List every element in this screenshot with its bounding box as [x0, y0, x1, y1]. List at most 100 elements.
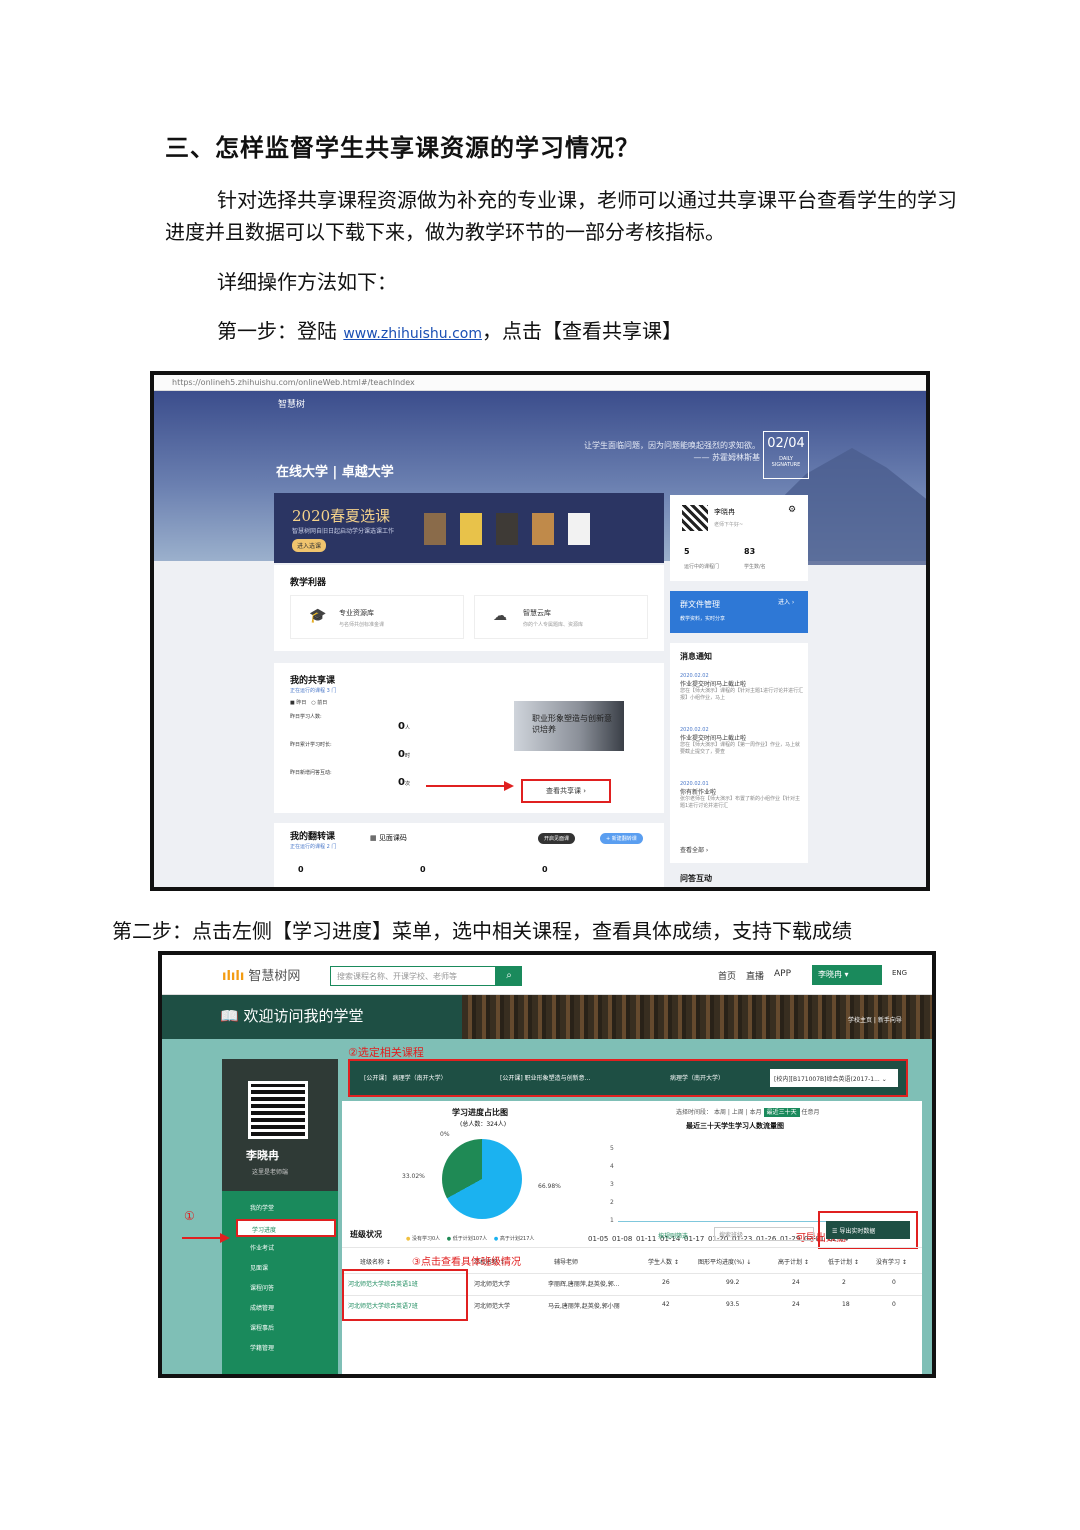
language-switch[interactable]: ENG: [892, 969, 907, 977]
tab-yesterday[interactable]: 昨日: [296, 700, 306, 706]
course-selection-banner[interactable]: 2020春夏选课 智慧树网自旧日起启动学分课选课工作 进入选课: [274, 493, 664, 563]
table-header[interactable]: 低于计划 ↕: [828, 1257, 859, 1266]
message-body: 您在【师大演示】课程的【针对主题1进行讨论并进行汇报】小组作业，马上: [680, 688, 804, 701]
range-any-month[interactable]: 任意月: [802, 1109, 820, 1116]
class-status-title: 班级状况: [350, 1230, 382, 1239]
qa-value: 0次: [398, 777, 410, 788]
view-shared-course-button[interactable]: 查看共享课 ›: [521, 779, 611, 803]
message-body: 您在【师大演示】课程的【第一周作业】作业，马上就要截止提交了，要查: [680, 742, 801, 755]
red-arrowhead: [220, 1233, 230, 1243]
open-meeting-button[interactable]: 开启见面课: [538, 833, 576, 844]
study-time-value: 0时: [398, 749, 410, 760]
study-time-number: 0: [398, 749, 405, 760]
header-links[interactable]: 学校主页 | 新手向导: [848, 1015, 902, 1024]
table-header[interactable]: 学生人数 ↕: [648, 1257, 679, 1266]
menu-enrollment[interactable]: 学籍管理: [250, 1343, 274, 1352]
menu-grades[interactable]: 成绩管理: [250, 1303, 274, 1312]
menu-course-affairs[interactable]: 课程事后: [250, 1323, 274, 1332]
view-all-link[interactable]: 查看全部 ›: [680, 845, 708, 854]
table-cell: 24: [792, 1301, 800, 1308]
table-cell: 0: [892, 1301, 896, 1308]
course-select[interactable]: [校内][B171007B]综合英语(2017-1... ⌄: [770, 1069, 898, 1087]
x-tick: 01-11: [636, 1235, 657, 1243]
message-body: 张尔老师在【师大演示】布置了新的小组作业【针对主题1进行讨论并进行汇: [680, 796, 801, 809]
divider: [342, 1247, 922, 1248]
nav-live[interactable]: 直播: [746, 969, 764, 982]
menu-meeting[interactable]: 见面课: [250, 1263, 268, 1272]
table-cell: 93.5: [726, 1301, 740, 1308]
search-icon[interactable]: ⌕: [496, 966, 522, 986]
site-logo[interactable]: 智慧树: [278, 397, 305, 410]
message-item[interactable]: 2020.02.02 作业提交时间马上截止啦 您在【师大演示】课程的【针对主题1…: [680, 673, 804, 702]
page-title: 📖 欢迎访问我的学堂: [220, 1005, 363, 1026]
nav-home[interactable]: 首页: [718, 969, 736, 982]
tab-day-before[interactable]: 前日: [317, 700, 327, 706]
progress-pie-chart: [442, 1139, 522, 1219]
bars-icon: ılılı: [222, 969, 245, 984]
site-logo[interactable]: ılılı 智慧树网: [222, 965, 300, 984]
table-cell: 河北师范大学: [474, 1281, 511, 1288]
table-header: 辅导老师: [554, 1259, 579, 1266]
user-menu[interactable]: 李晓冉 ▾: [812, 965, 882, 985]
qr-icon: ▦: [370, 834, 377, 842]
y-tick: 5: [610, 1145, 614, 1152]
range-this-week[interactable]: 本周: [714, 1109, 726, 1116]
resource-library-tool[interactable]: 🎓 专业资源库 与名师共创标准金课: [290, 595, 464, 639]
search-input[interactable]: 搜索课程名称、开课学校、老师等: [330, 966, 496, 986]
shared-course-label: 我的共享课: [290, 676, 336, 686]
day-tabs[interactable]: ■ 昨日 ○ 前日: [290, 699, 327, 706]
nav-app[interactable]: APP: [774, 969, 791, 979]
filter-rules[interactable]: 按规则筛选: [658, 1231, 688, 1240]
list-icon: ☰: [832, 1228, 838, 1235]
class-search-input[interactable]: 搜索班级: [714, 1227, 814, 1241]
table-header[interactable]: 没有学习 ↕: [876, 1257, 907, 1266]
menu-homework[interactable]: 作业考试: [250, 1243, 274, 1252]
annotation-step1: ①: [184, 1209, 195, 1223]
table-cell: 42: [662, 1301, 670, 1308]
group-file-card[interactable]: 群文件管理 教学资料，实时分享 进入 ›: [670, 591, 808, 633]
course-tab[interactable]: [公开课] 职业形象塑造与创新意...: [500, 1073, 590, 1082]
flipped-course-card: 我的翻转课 正在运行的课程 2 门 ▦ 见面课码 开启见面课 + 新建翻转课 0…: [274, 823, 664, 887]
browser-url-bar[interactable]: https://onlineh5.zhihuishu.com/onlineWeb…: [154, 375, 926, 391]
pie-total: (总人数：324人): [460, 1121, 507, 1128]
qa-unit: 次: [404, 781, 410, 787]
banner-subtitle: 智慧树网自旧日起启动学分课选课工作: [292, 528, 395, 535]
zhihuishu-link[interactable]: www.zhihuishu.com: [343, 326, 482, 342]
course-tab[interactable]: 病理学（南开大学）: [670, 1073, 724, 1082]
quote-line-2: —— 苏霍姆林斯基: [693, 453, 760, 462]
group-title: 群文件管理: [680, 600, 720, 609]
message-item[interactable]: 2020.02.01 你有新作业啦 张尔老师在【师大演示】布置了新的小组作业【针…: [680, 781, 804, 810]
teacher-role: 这里是老师端: [252, 1169, 289, 1176]
settings-icon[interactable]: ⚙: [788, 505, 796, 515]
pie-label: 33.02%: [402, 1173, 425, 1180]
course-selector-bar: [公开课] 病理学（南开大学） [公开课] 职业形象塑造与创新意... 病理学（…: [348, 1059, 908, 1097]
message-title: 你有新作业啦: [680, 789, 717, 796]
new-flipped-button[interactable]: + 新建翻转课: [600, 833, 643, 844]
messages-card: 消息通知 2020.02.02 作业提交时间马上截止啦 您在【师大演示】课程的【…: [670, 643, 808, 863]
step2-text: 第二步：点击左侧【学习进度】菜单，选中相关课程，查看具体成绩，支持下载成绩: [112, 919, 852, 943]
export-label: 导出实时数据: [839, 1228, 876, 1235]
table-header[interactable]: 图形平均进度(%) ↓: [698, 1257, 751, 1266]
flip-stat: 0: [420, 865, 426, 874]
course-tab[interactable]: [公开课] 病理学（南开大学）: [364, 1073, 447, 1082]
book-cover: [424, 513, 446, 545]
table-cell: 河北师范大学: [474, 1303, 511, 1310]
menu-learning-progress[interactable]: 学习进度: [236, 1219, 336, 1237]
range-last-week[interactable]: 上周: [732, 1109, 744, 1116]
meeting-code[interactable]: ▦ 见面课码: [370, 833, 407, 843]
menu-my-classroom[interactable]: 我的学堂: [250, 1203, 274, 1212]
table-header[interactable]: 班级名称 ↕: [360, 1257, 391, 1266]
menu-qa[interactable]: 课程问答: [250, 1283, 274, 1292]
message-item[interactable]: 2020.02.02 作业提交时间马上截止啦 您在【师大演示】课程的【第一周作业…: [680, 727, 804, 756]
message-title: 作业提交时间马上截止啦: [680, 735, 747, 742]
step1-text: 第一步：登陆 www.zhihuishu.com，点击【查看共享课】: [217, 315, 1017, 350]
range-last-30[interactable]: 最近三十天: [763, 1108, 800, 1117]
export-data-button[interactable]: ☰ 导出实时数据: [826, 1221, 910, 1239]
table-header[interactable]: 高于计划 ↕: [778, 1257, 809, 1266]
enter-selection-button[interactable]: 进入选课: [292, 539, 327, 552]
group-enter[interactable]: 进入 ›: [778, 597, 794, 606]
range-this-month[interactable]: 本月: [750, 1109, 762, 1116]
cloud-library-tool[interactable]: ☁ 智慧云库 你的个人专属题库、资源库: [474, 595, 648, 639]
qa-number: 0: [398, 777, 405, 788]
qr-code: [682, 505, 708, 531]
